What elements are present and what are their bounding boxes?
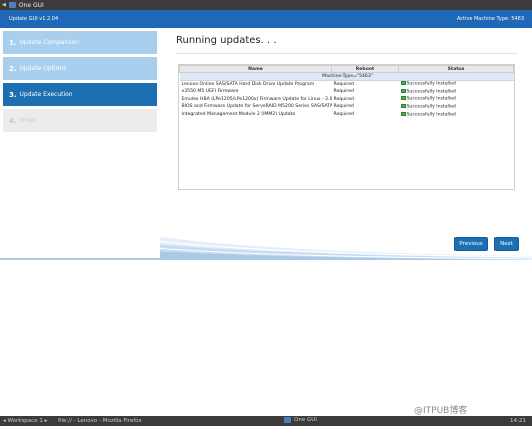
reboot-value: Required (333, 111, 354, 117)
table-row[interactable]: x3550 M5 UEFI Firmware Required Successf… (180, 88, 514, 96)
window-menu-icon[interactable]: ◀ (2, 2, 6, 8)
steps-panel: 1. Update Comparison 2. Update Options 3… (0, 28, 160, 258)
step-update-options[interactable]: 2. Update Options (3, 57, 157, 80)
reboot-value: Required (333, 88, 354, 94)
machine-type: Active Machine Type: 5463 (456, 16, 524, 22)
step-finish: 4. Finish (3, 109, 157, 132)
taskbar-workspace[interactable]: ◂ Workspace 1 ▸ (3, 418, 47, 424)
title-divider (176, 53, 518, 54)
taskbar-app[interactable]: One GUI (284, 417, 317, 423)
column-header-status[interactable]: Status (398, 65, 514, 73)
window-title-bar: ◀ One GUI (0, 0, 532, 10)
app-icon (8, 2, 16, 8)
update-name: Emulex HBA (LPe1205/LPe1200x) Firmware U… (181, 96, 332, 102)
status-value: Successfully Installed (406, 89, 456, 95)
status-value: Successfully Installed (406, 96, 456, 102)
table-row[interactable]: Emulex HBA (LPe1205/LPe1200x) Firmware U… (180, 95, 514, 103)
step-label: Update Comparison (19, 39, 80, 46)
taskbar-clock: 14:21 (510, 418, 526, 424)
watermark: @ITPUB博客 (414, 406, 468, 416)
status-value: Successfully Installed (406, 112, 456, 118)
updates-table: Name Reboot Status Machine-Type="5463" L… (178, 64, 515, 190)
update-name: x3550 M5 UEFI Firmware (181, 88, 239, 94)
previous-button[interactable]: Previous (454, 237, 488, 251)
column-header-reboot[interactable]: Reboot (331, 65, 399, 73)
app-header: Update GUI v1.2.04 Active Machine Type: … (0, 10, 532, 28)
success-icon (400, 111, 406, 116)
status-value: Successfully Installed (406, 81, 456, 87)
page-title: Running updates. . . (176, 35, 277, 46)
success-icon (400, 96, 406, 101)
reboot-value: Required (333, 81, 354, 87)
success-icon (400, 103, 406, 108)
status-value: Successfully Installed (406, 104, 456, 110)
group-label: Machine-Type="5463" (179, 72, 514, 81)
step-update-execution[interactable]: 3. Update Execution (3, 83, 157, 106)
step-label: Finish (19, 117, 37, 124)
step-label: Update Options (19, 65, 67, 72)
update-name: Integrated Management Module 2 (IMM2) Up… (181, 111, 296, 117)
reboot-value: Required (333, 96, 354, 102)
group-row[interactable]: Machine-Type="5463" (179, 72, 514, 81)
app-version: Update GUI v1.2.04 (9, 16, 59, 22)
success-icon (400, 88, 406, 93)
table-row[interactable]: BIOS and Firmware Update for ServeRAID M… (180, 103, 514, 111)
table-row[interactable]: Lenovo Online SAS/SATA Hard Disk Drive U… (180, 80, 514, 88)
table-row[interactable]: Integrated Management Module 2 (IMM2) Up… (180, 110, 514, 118)
update-name: BIOS and Firmware Update for ServeRAID M… (181, 104, 332, 110)
success-icon (400, 81, 406, 86)
taskbar-firefox[interactable]: file:// - Lenovo - Mozilla Firefox (58, 418, 142, 424)
column-header-name[interactable]: Name (179, 65, 332, 73)
taskbar: ◂ Workspace 1 ▸ file:// - Lenovo - Mozil… (0, 416, 532, 426)
reboot-value: Required (333, 104, 354, 110)
update-name: Lenovo Online SAS/SATA Hard Disk Drive U… (181, 81, 315, 87)
step-update-comparison[interactable]: 1. Update Comparison (3, 31, 157, 54)
app-icon (284, 417, 291, 423)
window-title: One GUI (18, 1, 44, 9)
next-button[interactable]: Next (494, 237, 519, 251)
step-label: Update Execution (19, 91, 73, 98)
